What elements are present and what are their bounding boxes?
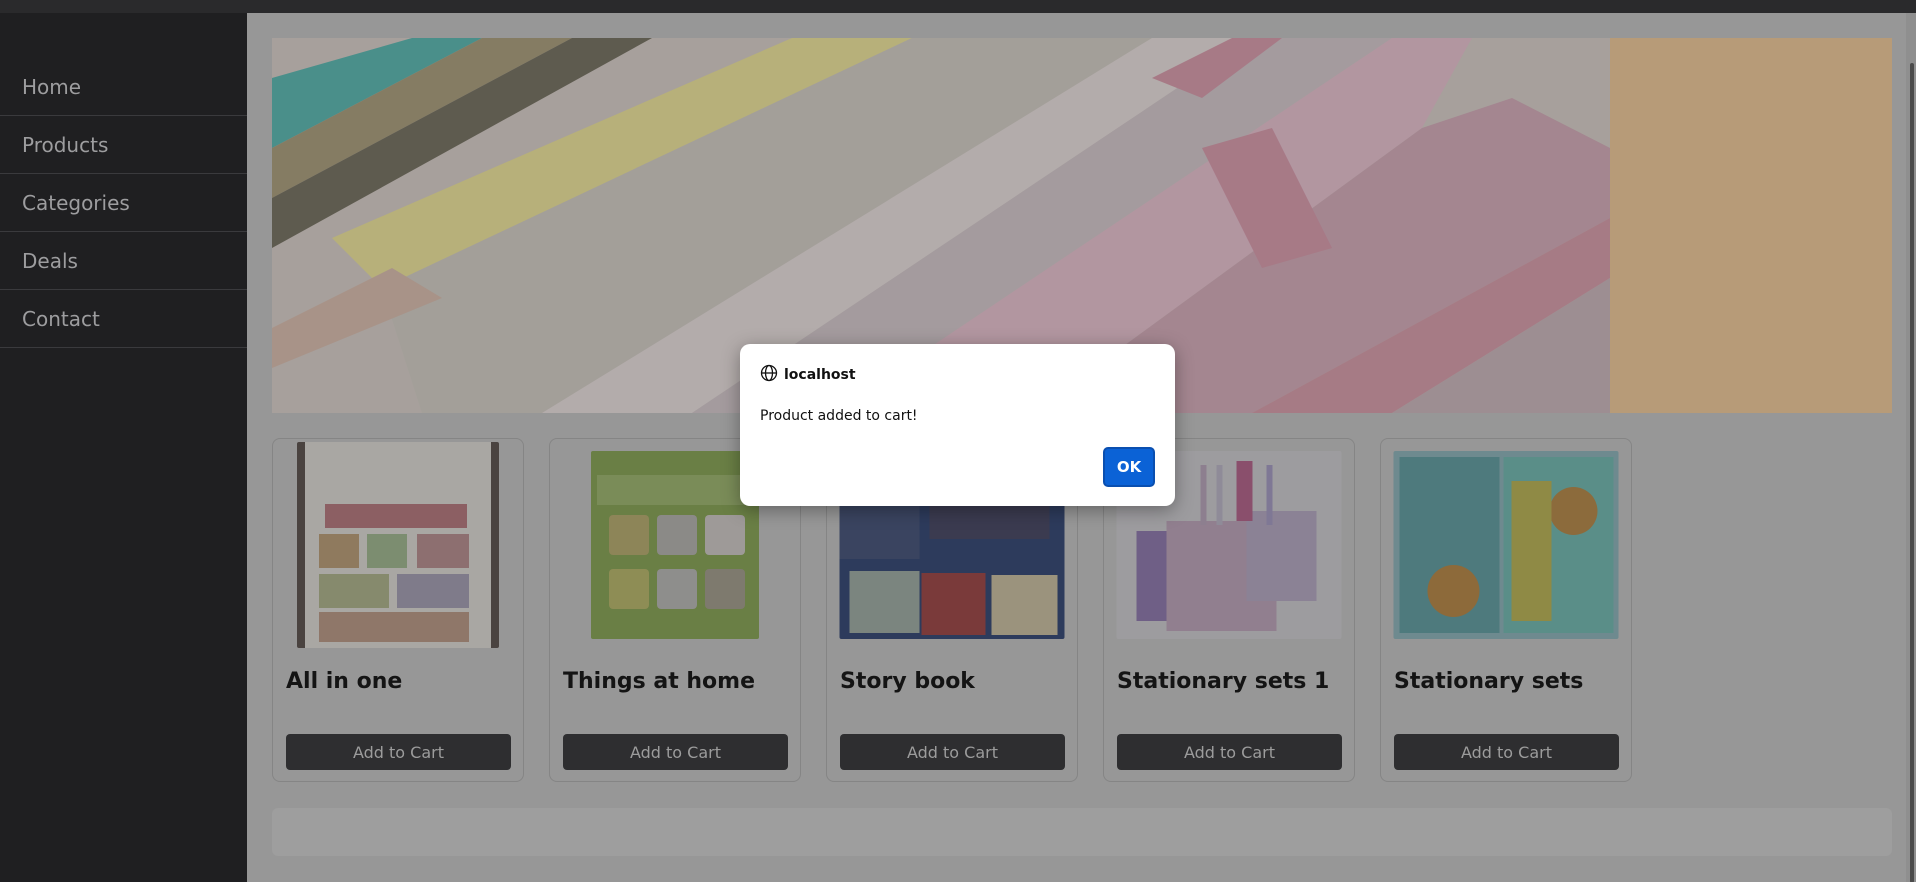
footer-bar (272, 808, 1892, 856)
product-image (1393, 451, 1619, 639)
dialog-origin: localhost (760, 364, 856, 386)
product-title: Stationary sets 1 (1117, 669, 1330, 694)
add-to-cart-button[interactable]: Add to Cart (1117, 734, 1342, 770)
product-title: Things at home (563, 669, 756, 694)
product-image (591, 451, 759, 639)
product-title: Story book (840, 669, 975, 694)
product-card: All in one Add to Cart (272, 438, 524, 782)
add-to-cart-button[interactable]: Add to Cart (840, 734, 1065, 770)
sidebar-item-products[interactable]: Products (0, 116, 247, 174)
add-to-cart-button[interactable]: Add to Cart (1394, 734, 1619, 770)
product-card: Stationary sets Add to Cart (1380, 438, 1632, 782)
sidebar: Home Products Categories Deals Contact (0, 13, 247, 882)
add-to-cart-button[interactable]: Add to Cart (563, 734, 788, 770)
product-image (297, 442, 499, 648)
ok-button[interactable]: OK (1103, 447, 1155, 487)
page-scrollbar[interactable] (1906, 13, 1916, 882)
globe-icon (760, 364, 778, 386)
alert-dialog: localhost Product added to cart! OK (740, 344, 1175, 506)
dialog-message: Product added to cart! (760, 408, 918, 424)
scrollbar-thumb[interactable] (1910, 63, 1914, 882)
product-title: All in one (286, 669, 403, 694)
sidebar-item-deals[interactable]: Deals (0, 232, 247, 290)
sidebar-item-home[interactable]: Home (0, 58, 247, 116)
sidebar-item-contact[interactable]: Contact (0, 290, 247, 348)
hero-side-panel (1610, 38, 1892, 413)
top-bar (0, 0, 1916, 13)
product-title: Stationary sets (1394, 669, 1584, 694)
sidebar-item-categories[interactable]: Categories (0, 174, 247, 232)
add-to-cart-button[interactable]: Add to Cart (286, 734, 511, 770)
dialog-origin-label: localhost (784, 367, 856, 383)
